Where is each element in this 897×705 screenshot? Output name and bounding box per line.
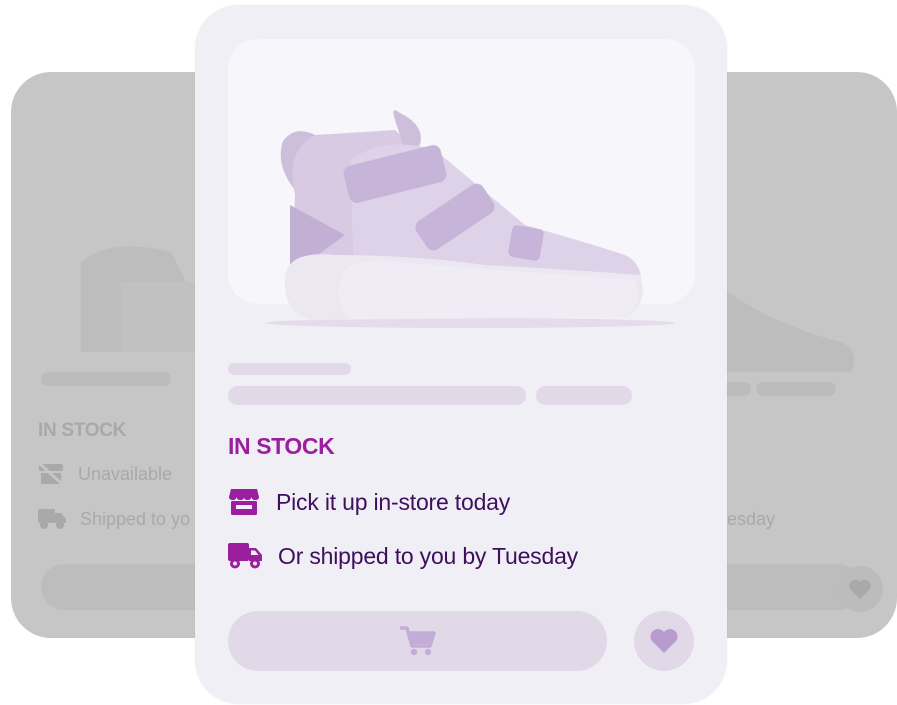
skeleton-title-line: [228, 363, 351, 375]
heart-icon: [849, 579, 871, 599]
skeleton-price-line: [536, 386, 632, 405]
background-shipping-text-right: esday: [727, 509, 776, 529]
background-shipping-text: Shipped to yo: [80, 508, 191, 529]
store-unavailable-icon: [38, 462, 64, 486]
background-favorite-button: [837, 566, 883, 612]
pickup-info-row: Pick it up in-store today: [228, 488, 510, 516]
background-skeleton-line: [756, 382, 836, 396]
skeleton-description-line: [228, 386, 526, 405]
background-skeleton-line: [41, 372, 171, 386]
truck-icon: [38, 509, 66, 529]
add-to-cart-button[interactable]: [228, 611, 607, 671]
background-pickup-text: Unavailable: [78, 463, 173, 484]
favorite-button[interactable]: [634, 611, 694, 671]
product-card: IN STOCK Pick it up in-store today Or sh…: [195, 5, 727, 704]
background-stock-status: IN STOCK: [38, 420, 127, 441]
heart-icon: [650, 629, 678, 653]
store-icon: [229, 489, 259, 515]
product-shoe-image: [265, 110, 675, 328]
stock-status: IN STOCK: [228, 433, 335, 459]
truck-icon: [228, 543, 262, 569]
pickup-info-text: Pick it up in-store today: [276, 488, 511, 515]
cart-icon: [399, 626, 436, 656]
shipping-info-text: Or shipped to you by Tuesday: [278, 542, 578, 569]
background-shipping-row: Shipped to yo: [38, 508, 190, 530]
shipping-info-row: Or shipped to you by Tuesday: [228, 542, 578, 570]
background-pickup-row: Unavailable: [38, 462, 172, 486]
